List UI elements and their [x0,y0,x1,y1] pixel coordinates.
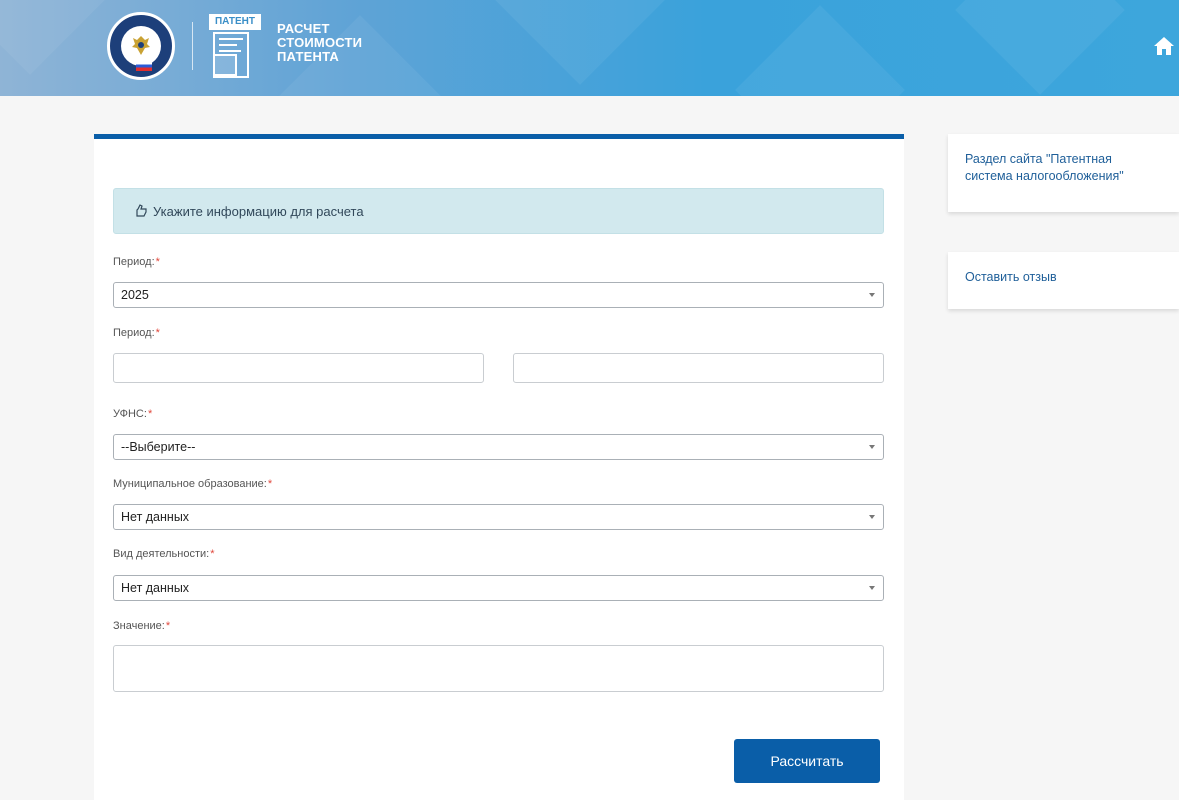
chevron-down-icon [869,586,875,590]
home-icon[interactable] [1153,36,1175,56]
chevron-down-icon [869,293,875,297]
chevron-down-icon [869,445,875,449]
chevron-down-icon [869,515,875,519]
header-title-line: ПАТЕНТА [277,49,339,64]
municipal-label: Муниципальное образование:* [113,478,273,490]
side-card-patent-system: Раздел сайта "Патентная система налогооб… [948,134,1179,212]
header-title-line: РАСЧЕТ [277,21,330,36]
ufns-select[interactable]: --Выберите-- [113,434,884,460]
side-card-feedback: Оставить отзыв [948,252,1179,309]
municipal-select[interactable]: Нет данных [113,504,884,530]
period-range-label: Период:* [113,327,160,339]
fns-emblem-icon[interactable] [107,12,175,80]
feedback-link[interactable]: Оставить отзыв [948,252,1179,286]
calculate-button[interactable]: Рассчитать [734,739,880,783]
patent-badge: ПАТЕНТ [209,14,261,30]
value-label: Значение:* [113,620,171,632]
period-from-input[interactable] [113,353,484,383]
info-text: Укажите информацию для расчета [153,203,364,219]
period-year-select[interactable]: 2025 [113,282,884,308]
activity-select[interactable]: Нет данных [113,575,884,601]
logo-separator [192,22,193,70]
patent-system-link[interactable]: Раздел сайта "Патентная система налогооб… [948,134,1179,185]
header-title-line: СТОИМОСТИ [277,35,363,50]
site-header: ПАТЕНТ РАСЧЕТ СТОИМОСТИ ПАТЕНТА [0,0,1179,96]
calculation-form: Укажите информацию для расчета Период:* … [94,134,904,800]
hand-point-icon [136,204,147,217]
patent-logo-icon[interactable]: ПАТЕНТ [209,14,261,80]
info-alert: Укажите информацию для расчета [113,188,884,234]
header-title: РАСЧЕТ СТОИМОСТИ ПАТЕНТА [277,22,362,64]
value-input[interactable] [113,645,884,692]
period-to-input[interactable] [513,353,884,383]
ufns-label: УФНС:* [113,408,153,420]
activity-label: Вид деятельности:* [113,548,215,560]
period-year-label: Период:* [113,256,160,268]
